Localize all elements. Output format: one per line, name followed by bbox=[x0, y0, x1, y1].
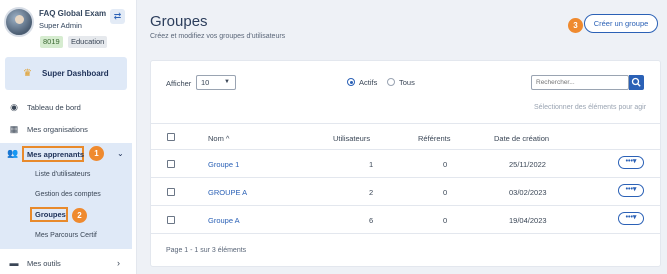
super-dashboard-button[interactable]: ♛ Super Dashboard bbox=[5, 57, 127, 90]
profile-block[interactable]: FAQ Global Exam Super Admin ⇄ 8019 Educa… bbox=[4, 5, 133, 49]
sidebar-item-label: Tableau de bord bbox=[27, 103, 81, 112]
column-header-users[interactable]: Utilisateurs bbox=[333, 134, 370, 143]
row-checkbox[interactable] bbox=[167, 188, 175, 196]
page-size-value: 10 bbox=[201, 78, 210, 87]
pagination-info: Page 1 - 1 sur 3 éléments bbox=[166, 247, 247, 254]
sidebar-item-organisations[interactable]: ▦ Mes organisations bbox=[0, 122, 136, 138]
radio-all-label[interactable]: Tous bbox=[399, 78, 415, 87]
caret-down-icon: ▼ bbox=[224, 79, 230, 85]
step-badge-1: 1 bbox=[89, 146, 104, 161]
column-header-name[interactable]: Nom ^ bbox=[208, 134, 229, 143]
sidebar-subitem-users-list[interactable]: Liste d'utilisateurs bbox=[35, 171, 90, 178]
org-type-badge: Education bbox=[68, 36, 108, 48]
users-count: 2 bbox=[369, 188, 374, 197]
column-header-referents[interactable]: Référents bbox=[418, 134, 451, 143]
sidebar-subitem-parcours[interactable]: Mes Parcours Certif bbox=[35, 232, 97, 239]
sidebar: FAQ Global Exam Super Admin ⇄ 8019 Educa… bbox=[0, 0, 137, 274]
referents-count: 0 bbox=[443, 188, 448, 197]
search-input[interactable] bbox=[531, 75, 629, 90]
creation-date: 03/02/2023 bbox=[509, 188, 547, 197]
row-checkbox[interactable] bbox=[167, 216, 175, 224]
dashboard-icon: ◉ bbox=[10, 102, 18, 112]
switch-org-icon[interactable]: ⇄ bbox=[110, 9, 125, 24]
radio-active-label[interactable]: Actifs bbox=[359, 78, 377, 87]
users-count: 1 bbox=[369, 160, 374, 169]
user-role: Super Admin bbox=[39, 21, 82, 30]
org-id-badge: 8019 bbox=[40, 36, 63, 48]
show-label: Afficher bbox=[166, 79, 192, 88]
super-dashboard-label: Super Dashboard bbox=[42, 69, 109, 78]
users-icon: 👥 bbox=[7, 148, 19, 158]
referents-count: 0 bbox=[443, 160, 448, 169]
table-header: Nom ^ Utilisateurs Référents Date de cré… bbox=[151, 123, 660, 150]
users-count: 6 bbox=[369, 216, 374, 225]
chevron-right-icon: › bbox=[117, 258, 120, 268]
row-actions-button[interactable]: •••▾ bbox=[618, 184, 644, 197]
page-size-select[interactable]: 10 ▼ bbox=[196, 75, 236, 90]
chevron-down-icon[interactable]: ⌄ bbox=[117, 149, 124, 158]
row-actions-button[interactable]: •••▾ bbox=[618, 212, 644, 225]
select-all-checkbox[interactable] bbox=[167, 133, 175, 141]
row-checkbox[interactable] bbox=[167, 160, 175, 168]
step-badge-2: 2 bbox=[72, 208, 87, 223]
sidebar-item-outils[interactable]: ▬ Mes outils › bbox=[0, 256, 136, 272]
table-row: Groupe 1 1 0 25/11/2022 •••▾ bbox=[151, 150, 660, 178]
avatar bbox=[4, 7, 34, 37]
table-row: GROUPE A 2 0 03/02/2023 •••▾ bbox=[151, 178, 660, 206]
building-icon: ▦ bbox=[9, 124, 19, 134]
sidebar-item-label: Mes organisations bbox=[27, 125, 88, 134]
sidebar-subitem-groupes[interactable]: Groupes bbox=[35, 210, 66, 219]
create-group-button[interactable]: Créer un groupe bbox=[584, 14, 658, 33]
creation-date: 19/04/2023 bbox=[509, 216, 547, 225]
sidebar-item-dashboard[interactable]: ◉ Tableau de bord bbox=[0, 100, 136, 116]
sidebar-item-label: Mes outils bbox=[27, 259, 61, 268]
search-icon bbox=[631, 77, 641, 87]
search-button[interactable] bbox=[629, 75, 644, 90]
select-hint: Sélectionner des éléments pour agir bbox=[534, 104, 647, 111]
creation-date: 25/11/2022 bbox=[509, 160, 546, 169]
table-row: Groupe A 6 0 19/04/2023 •••▾ bbox=[151, 206, 660, 234]
group-name-link[interactable]: Groupe 1 bbox=[208, 160, 239, 169]
org-name: FAQ Global Exam bbox=[39, 9, 107, 18]
crown-icon: ♛ bbox=[23, 68, 32, 79]
page-subtitle: Créez et modifiez vos groupes d'utilisat… bbox=[150, 33, 286, 40]
radio-all[interactable] bbox=[387, 78, 395, 86]
groups-card: Afficher 10 ▼ Actifs Tous Sélectionner d… bbox=[150, 60, 661, 267]
toolbox-icon: ▬ bbox=[9, 258, 19, 268]
radio-active[interactable] bbox=[347, 78, 355, 86]
page-title: Groupes bbox=[150, 13, 208, 30]
column-header-date[interactable]: Date de création bbox=[494, 134, 549, 143]
group-name-link[interactable]: Groupe A bbox=[208, 216, 240, 225]
referents-count: 0 bbox=[443, 216, 448, 225]
row-actions-button[interactable]: •••▾ bbox=[618, 156, 644, 169]
step-badge-3: 3 bbox=[568, 18, 583, 33]
sidebar-subitem-accounts[interactable]: Gestion des comptes bbox=[35, 191, 101, 198]
group-name-link[interactable]: GROUPE A bbox=[208, 188, 247, 197]
sidebar-item-apprenants[interactable]: Mes apprenants bbox=[27, 150, 84, 159]
